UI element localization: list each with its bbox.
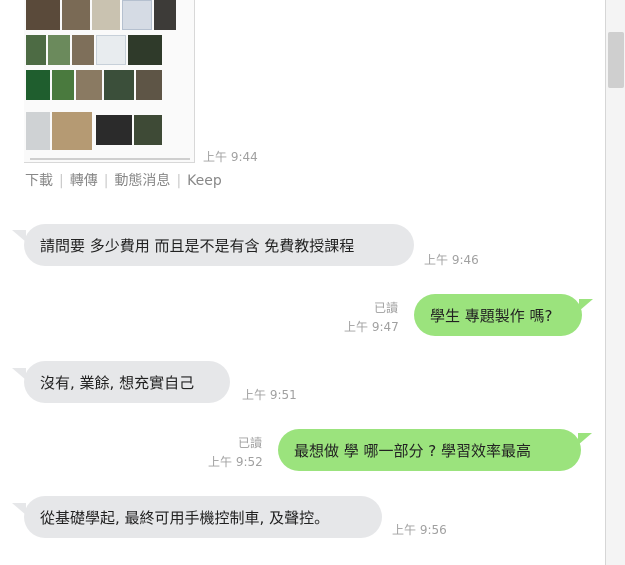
photo-thumb [134, 115, 162, 145]
message-time: 上午 9:46 [424, 253, 479, 267]
photo-thumb [104, 70, 134, 100]
sent-message[interactable]: 學生 專題製作 嗎? [414, 294, 582, 336]
message-text: 最想做 學 哪一部分 ? 學習效率最高 [294, 441, 532, 460]
sent-message[interactable]: 最想做 學 哪一部分 ? 學習效率最高 [278, 429, 581, 471]
message-text: 學生 專題製作 嗎? [430, 306, 553, 325]
scrollbar-thumb[interactable] [608, 32, 624, 88]
photo-thumb [128, 35, 162, 65]
message-text: 從基礎學起, 最終可用手機控制車, 及聲控。 [40, 508, 330, 527]
message-time: 上午 9:51 [242, 388, 297, 402]
photo-thumb [122, 0, 152, 30]
bubble-tail [579, 299, 593, 311]
photo-thumb [26, 70, 50, 100]
photo-thumb [72, 35, 94, 65]
image-actions: 下載 | 轉傳 | 動態消息 | Keep [25, 170, 222, 190]
photo-thumb [52, 112, 92, 150]
image-message[interactable] [24, 0, 195, 163]
photo-thumb [96, 35, 126, 65]
photo-thumb [136, 70, 162, 100]
photo-thumb [26, 112, 50, 150]
photo-thumb [154, 0, 176, 30]
received-message[interactable]: 沒有, 業餘, 想充實自己 [24, 361, 230, 403]
message-time: 上午 9:52 [208, 455, 263, 469]
photo-thumb [26, 35, 46, 65]
photo-thumb [26, 0, 60, 30]
photo-thumb [76, 70, 102, 100]
scrollbar[interactable] [605, 0, 625, 565]
received-message[interactable]: 請問要 多少費用 而且是不是有含 免費教授課程 [24, 224, 414, 266]
download-link[interactable]: 下載 [25, 173, 53, 189]
keep-link[interactable]: Keep [187, 173, 222, 189]
message-text: 請問要 多少費用 而且是不是有含 免費教授課程 [40, 236, 355, 255]
photo-thumb [48, 35, 70, 65]
message-time: 上午 9:47 [344, 320, 399, 334]
bubble-tail [578, 433, 592, 445]
photo-thumb [92, 0, 120, 30]
message-text: 沒有, 業餘, 想充實自己 [40, 373, 195, 392]
read-receipt: 已讀 [374, 301, 399, 315]
photo-thumb [96, 115, 132, 145]
divider: | [176, 173, 182, 189]
image-time: 上午 9:44 [203, 150, 258, 164]
image-divider [30, 158, 190, 160]
chat-pane: 上午 9:44 下載 | 轉傳 | 動態消息 | Keep 請問要 多少費用 而且是不是有含… [0, 0, 605, 565]
received-message[interactable]: 從基礎學起, 最終可用手機控制車, 及聲控。 [24, 496, 382, 538]
read-receipt: 已讀 [238, 436, 263, 450]
photo-thumb [52, 70, 74, 100]
timeline-link[interactable]: 動態消息 [114, 173, 170, 189]
divider: | [59, 173, 64, 189]
message-time: 上午 9:56 [392, 523, 447, 537]
divider: | [103, 173, 109, 189]
forward-link[interactable]: 轉傳 [70, 173, 98, 189]
photo-thumb [62, 0, 90, 30]
